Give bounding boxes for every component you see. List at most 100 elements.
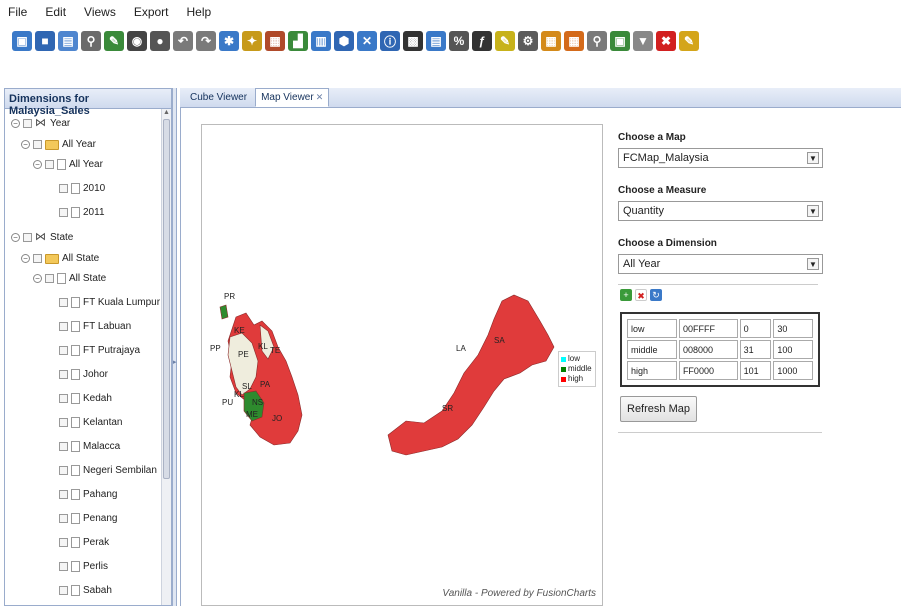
save-as-icon[interactable]: ▤ (58, 31, 78, 51)
menu-file[interactable]: File (8, 5, 27, 19)
tree-node-state-item[interactable]: Pahang (59, 489, 117, 500)
highlight-icon[interactable]: ✎ (495, 31, 515, 51)
checkbox[interactable] (23, 118, 32, 128)
checkbox[interactable] (45, 274, 54, 283)
collapse-toggle-icon[interactable]: − (33, 274, 42, 283)
star-icon[interactable]: ✱ (219, 31, 239, 51)
table-icon[interactable]: ▩ (403, 31, 423, 51)
collapse-toggle-icon[interactable]: − (33, 160, 42, 169)
report-icon[interactable]: ▤ (426, 31, 446, 51)
checkbox[interactable] (33, 140, 42, 149)
range-cell-input[interactable]: 00FFFF (678, 319, 738, 338)
menu-edit[interactable]: Edit (45, 5, 66, 19)
tree-node-state-item[interactable]: FT Labuan (59, 321, 131, 332)
tree-node-state-item[interactable]: Perlis (59, 561, 108, 572)
checkbox[interactable] (59, 394, 68, 403)
tree-node-all-year-member[interactable]: − All Year (33, 159, 103, 170)
column-icon[interactable]: ▦ (541, 31, 561, 51)
tree-node-state-item[interactable]: FT Putrajaya (59, 345, 140, 356)
tree-node-state-item[interactable]: Sabah (59, 585, 112, 596)
info-icon[interactable]: ⓘ (380, 31, 400, 51)
function-icon[interactable]: ƒ (472, 31, 492, 51)
checkbox[interactable] (59, 346, 68, 355)
dimension-select[interactable]: All Year ▼ (618, 254, 823, 274)
checkbox[interactable] (59, 298, 68, 307)
chevron-down-icon[interactable]: ▼ (807, 205, 819, 217)
checkbox[interactable] (59, 466, 68, 475)
map-select[interactable]: FCMap_Malaysia ▼ (618, 148, 823, 168)
undo-icon[interactable]: ↶ (173, 31, 193, 51)
tools-icon[interactable]: ✕ (357, 31, 377, 51)
tree-node-all-state-member[interactable]: − All State (33, 273, 106, 284)
collapse-toggle-icon[interactable]: − (11, 118, 20, 128)
checkbox[interactable] (59, 490, 68, 499)
scrollbar-thumb[interactable] (163, 119, 170, 479)
filter-icon[interactable]: ▼ (633, 31, 653, 51)
range-cell-input[interactable]: 1000 (773, 361, 813, 380)
grid-icon[interactable]: ▦ (564, 31, 584, 51)
refresh-range-icon[interactable]: ↻ (650, 289, 662, 301)
settings-icon[interactable]: ⚙ (518, 31, 538, 51)
edit-icon[interactable]: ✎ (104, 31, 124, 51)
save-icon[interactable]: ■ (35, 31, 55, 51)
region-borneo-high[interactable] (387, 294, 555, 456)
connection-icon[interactable]: ⚲ (81, 31, 101, 51)
checkbox[interactable] (59, 418, 68, 427)
menu-help[interactable]: Help (187, 5, 212, 19)
tree-node-state-item[interactable]: FT Kuala Lumpur (59, 297, 160, 308)
close-tab-icon[interactable]: ✕ (316, 92, 324, 102)
delete-icon[interactable]: ✖ (656, 31, 676, 51)
tree-node-state-item[interactable]: Negeri Sembilan (59, 465, 157, 476)
redo-icon[interactable]: ↷ (196, 31, 216, 51)
range-cell-input[interactable]: 0 (739, 319, 772, 338)
open-folder-icon[interactable]: ▣ (12, 31, 32, 51)
zoom-icon[interactable]: ⚲ (587, 31, 607, 51)
menu-views[interactable]: Views (84, 5, 116, 19)
checkbox[interactable] (59, 442, 68, 451)
checkbox[interactable] (45, 160, 54, 169)
tab-map-viewer[interactable]: Map Viewer ✕ (255, 88, 330, 107)
range-cell-input[interactable]: 008000 (678, 340, 738, 359)
tree-node-year-2011[interactable]: 2011 (59, 207, 105, 218)
scroll-up-icon[interactable]: ▲ (163, 109, 170, 116)
shield-icon[interactable]: ⬢ (334, 31, 354, 51)
tree-node-year-2010[interactable]: 2010 (59, 183, 105, 194)
range-cell-input[interactable]: FF0000 (678, 361, 738, 380)
checkbox[interactable] (59, 514, 68, 523)
tab-cube-viewer[interactable]: Cube Viewer (184, 88, 253, 107)
tree-node-year[interactable]: − ⋈ Year (11, 117, 70, 129)
checkbox[interactable] (23, 232, 32, 242)
notes-icon[interactable]: ✎ (679, 31, 699, 51)
checkbox[interactable] (59, 586, 68, 595)
remove-range-icon[interactable]: ✖ (635, 289, 647, 301)
chart-icon[interactable]: ▟ (288, 31, 308, 51)
range-cell-input[interactable]: 31 (739, 340, 772, 359)
refresh-map-button[interactable]: Refresh Map (620, 396, 697, 422)
measure-select[interactable]: Quantity ▼ (618, 201, 823, 221)
range-cell-input[interactable]: middle (627, 340, 677, 359)
tree-node-all-state-hierarchy[interactable]: − All State (21, 253, 99, 264)
checkbox[interactable] (59, 184, 68, 193)
chevron-down-icon[interactable]: ▼ (807, 258, 819, 270)
range-cell-input[interactable]: 100 (773, 340, 813, 359)
pivot-icon[interactable]: ▥ (311, 31, 331, 51)
tree-node-state[interactable]: − ⋈ State (11, 231, 73, 243)
tree-node-state-item[interactable]: Johor (59, 369, 108, 380)
tree-node-state-item[interactable]: Kelantan (59, 417, 122, 428)
checkbox[interactable] (59, 370, 68, 379)
tree-scrollbar[interactable]: ▲ (161, 109, 171, 605)
checkbox[interactable] (59, 208, 68, 217)
tree-node-state-item[interactable]: Penang (59, 513, 117, 524)
splitter-handle-icon[interactable]: ▸ (173, 358, 177, 366)
checkbox[interactable] (59, 562, 68, 571)
collapse-toggle-icon[interactable]: − (21, 140, 30, 149)
tree-node-state-item[interactable]: Perak (59, 537, 109, 548)
checkbox[interactable] (59, 322, 68, 331)
menu-export[interactable]: Export (134, 5, 169, 19)
range-cell-input[interactable]: low (627, 319, 677, 338)
tree-node-state-item[interactable]: Malacca (59, 441, 120, 452)
camera-icon[interactable]: ◉ (127, 31, 147, 51)
tree-node-state-item[interactable]: Kedah (59, 393, 112, 404)
tree-node-all-year-hierarchy[interactable]: − All Year (21, 139, 96, 150)
wand-icon[interactable]: ✦ (242, 31, 262, 51)
